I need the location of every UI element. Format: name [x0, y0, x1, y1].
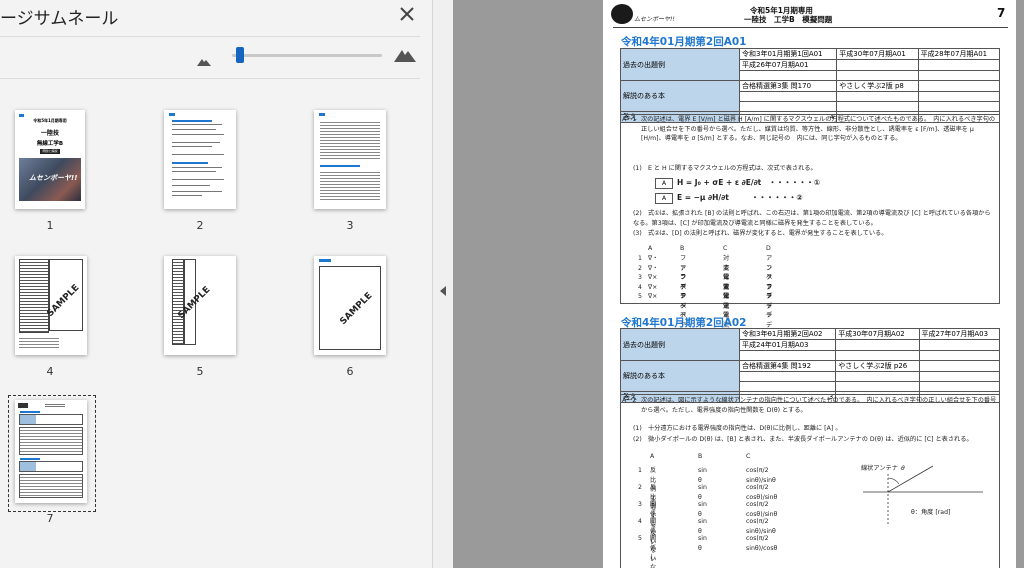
choice-number: 2 [638, 264, 642, 272]
choice-header: B [680, 245, 685, 252]
page-number-label: 5 [196, 365, 204, 378]
page-thumbnail-5[interactable]: SAMPLE [164, 256, 236, 355]
choice-header: A [648, 245, 653, 252]
choice-number: 5 [638, 535, 642, 542]
choice-header: B [698, 453, 703, 460]
past-exam-ref: 平成27年07月期A03 [918, 328, 1001, 340]
choice-number: 3 [638, 501, 642, 508]
header-rule [613, 27, 1008, 28]
choice-cell: cos(π/2 sinθ)/cosθ [746, 535, 778, 552]
divider [0, 78, 420, 79]
past-exam-ref: 平成30年07月期A01 [836, 48, 919, 60]
page-thumbnail-1[interactable]: 令和5年1月期専用 一陸技 無線工学B 問題と解説 ムセンボーヤ!! [15, 110, 85, 209]
equation: H = J₀ + σE + ε ∂E/∂t ・・・・・・① [677, 178, 821, 187]
choice-number: 3 [638, 274, 642, 281]
mountain-large-icon[interactable] [394, 46, 416, 66]
doc-title-line2: 一陸技 工学B 模擬問題 [744, 15, 833, 24]
past-exam-ref: 平成26年07月期A01 [738, 59, 838, 71]
choice-number: 1 [638, 467, 642, 474]
past-exam-ref: 平成28年07月期A01 [917, 48, 1001, 60]
past-exam-table: 過去の出題例 令和3年01月期第1回A01 平成30年07月期A01 平成28年… [620, 48, 1001, 123]
choice-cell: 関係しない [650, 535, 657, 568]
page-thumbnail-3[interactable] [314, 110, 386, 209]
past-exam-table: 過去の出題例 令和3年01月期第2回A02 平成30年07月期A02 平成27年… [620, 328, 1001, 403]
question-text: 次の記述は、図に示すような線状アンテナの指向性について述べたものである。 内に入… [641, 397, 997, 414]
choice-header: D [766, 245, 771, 252]
row-label: 過去の出題例 [620, 328, 740, 361]
document-page: ムセンボーヤ!! 令和5年1月期専用 一陸技 工学B 模擬問題 7 令和4年01… [603, 0, 1016, 568]
logo-text: ムセンボーヤ!! [634, 16, 675, 23]
question-sub: (2) 微小ダイポールの D(θ) は、[B] と表され、また、半波長ダイポール… [633, 436, 973, 443]
cover-line: 令和5年1月期専用 [33, 118, 67, 123]
page-number-label: 6 [346, 365, 354, 378]
past-exam-ref: 令和3年01月期第1回A01 [738, 48, 838, 60]
choice-number: 1 [638, 255, 642, 262]
thumbnail-size-slider-thumb[interactable] [235, 47, 244, 63]
row-label: 解説のある本 [620, 80, 740, 112]
page-thumbnail-7[interactable] [15, 400, 87, 503]
question-id: A－1 [622, 116, 637, 123]
caret-left-icon[interactable] [440, 281, 446, 300]
question-sub: (2) 式①は、拡張された [B] の法則と呼ばれ、この右辺は、第1項の印加電流… [633, 210, 991, 227]
past-exam-ref: 令和3年01月期第2回A02 [738, 328, 837, 340]
page-thumbnail-4[interactable]: SAMPLE [15, 256, 87, 355]
choice-header: C [723, 245, 728, 252]
page-number-label: 3 [346, 219, 354, 232]
choice-cell: ∇・ [648, 255, 659, 262]
cover-logo: ムセンボーヤ!! [29, 174, 78, 182]
antenna-figure: 線状アンテナ θ θ：角度 [rad] [853, 456, 993, 536]
past-exam-ref: 平成24年01月期A03 [738, 339, 837, 351]
page-number-label: 7 [46, 512, 54, 525]
choice-header: A [650, 453, 655, 460]
choice-header: C [746, 453, 751, 460]
cover-line: 一陸技 [40, 130, 59, 137]
equation: E = −μ ∂H/∂t ・・・・・・② [677, 193, 803, 202]
close-icon[interactable] [397, 4, 417, 24]
choice-number: 4 [638, 283, 642, 291]
question-sub: (1) 十分遠方における電界強度の指向性は、D(θ)に比例し、距離に [A] 。 [633, 425, 842, 432]
choice-cell: ∇× [648, 293, 658, 300]
cover-photo: ムセンボーヤ!! [19, 158, 81, 201]
row-label: 過去の出題例 [620, 48, 740, 81]
page-thumbnail-2[interactable] [164, 110, 236, 209]
thumbnail-panel: ージサムネール 令和5年1月期専用 一陸技 無線工学B 問題と解説 ムセンボーヤ… [0, 0, 433, 568]
page-number-label: 4 [46, 365, 54, 378]
doc-page-number: 7 [997, 6, 1006, 20]
cover-line: 無線工学B [36, 141, 64, 147]
choice-cell: ∇・ [648, 264, 659, 272]
book-ref: 合格精選第3集 問170 [738, 80, 838, 92]
section-title: 令和4年01月期第2回A01 [621, 36, 747, 48]
blank-box: A [655, 178, 673, 189]
mountain-small-icon[interactable] [197, 51, 211, 70]
book-ref: やさしく学ぶ2版 p8 [836, 80, 919, 92]
row-label: 解説のある本 [620, 360, 740, 392]
question-id: A－2 [622, 397, 637, 404]
past-exam-ref: 平成30年07月期A02 [835, 328, 920, 340]
choice-cell: sin θ [698, 535, 707, 552]
choice-number: 2 [638, 484, 642, 491]
question-text: 次の記述は、電界 E [V/m] と磁界 H [A/m] に関するマクスウェルの… [641, 116, 996, 142]
divider [0, 36, 420, 37]
question-sub: (3) 式②は、[D] の法則と呼ばれ、磁界が変化すると、電界が発生することを表… [633, 230, 888, 237]
choice-number: 4 [638, 518, 642, 525]
panel-title: ージサムネール [0, 9, 119, 29]
page-thumbnail-6[interactable]: SAMPLE [314, 256, 386, 355]
antenna-diagram [863, 465, 983, 526]
thumbnail-size-slider-track[interactable] [232, 54, 382, 57]
choice-cell: ∇× [648, 283, 658, 291]
book-ref: やさしく学ぶ2版 p26 [835, 360, 920, 372]
blank-box: A [655, 193, 673, 204]
figure-caption: θ：角度 [rad] [911, 509, 951, 516]
question-sub: (1) E と H に関するマクスウェルの方程式は、次式で表される。 [633, 165, 817, 172]
choice-cell: ∇× [648, 274, 658, 281]
logo-icon [611, 4, 633, 24]
page-number-label: 1 [46, 219, 54, 232]
cover-badge: 問題と解説 [40, 149, 60, 154]
book-ref: 合格精選第4集 問192 [738, 360, 837, 372]
page-number-label: 2 [196, 219, 204, 232]
choice-number: 5 [638, 293, 642, 300]
